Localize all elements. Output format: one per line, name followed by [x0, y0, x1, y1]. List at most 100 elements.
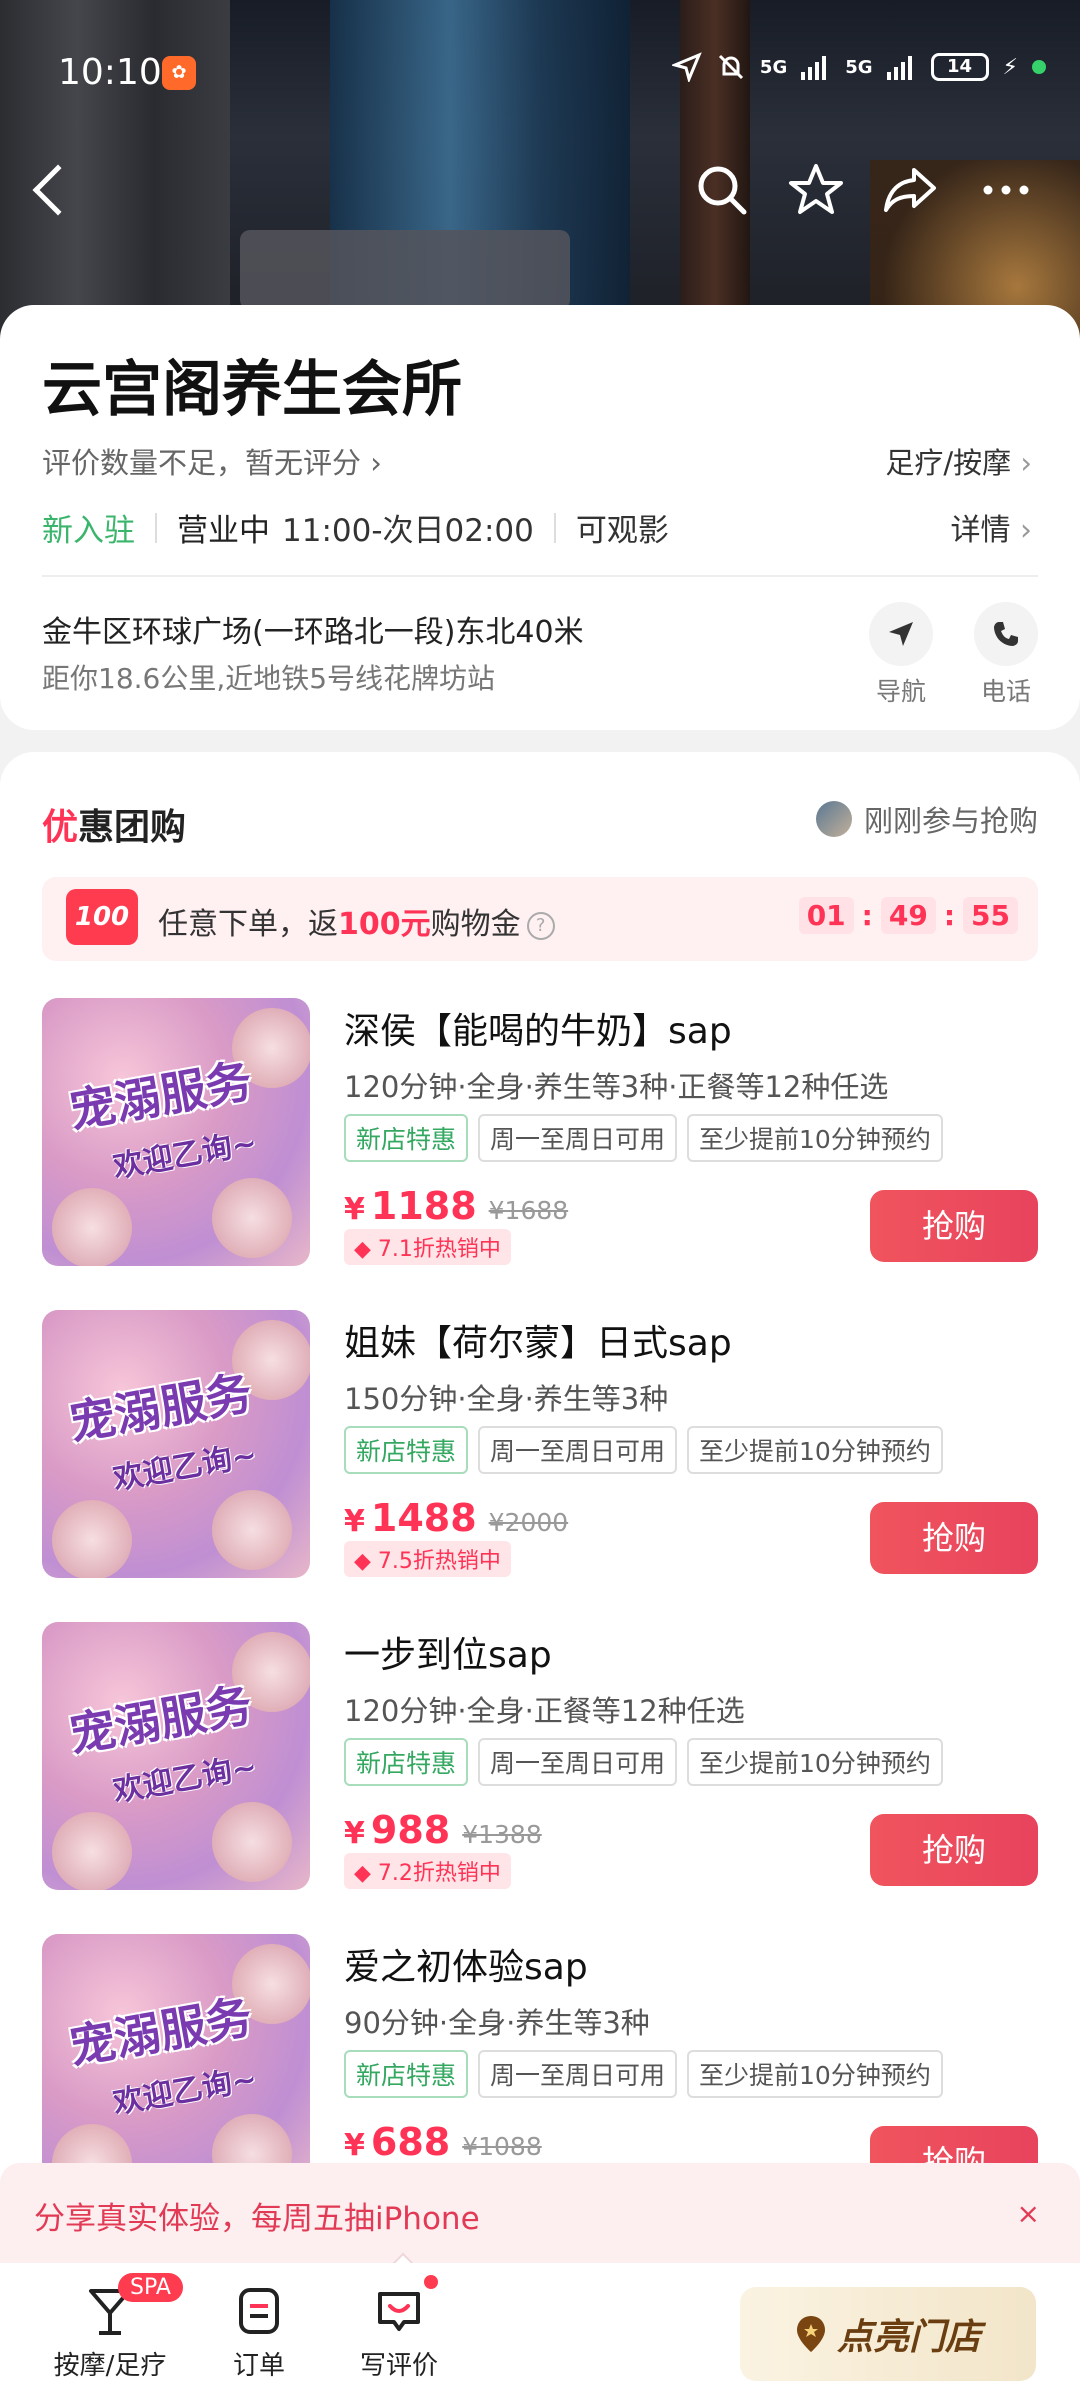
tab-review[interactable]: 写评价	[352, 2281, 446, 2382]
deal-tag: 新店特惠	[344, 1426, 469, 1474]
joined-text: 刚刚参与抢购	[863, 804, 1038, 838]
divider	[155, 512, 157, 543]
deal-item[interactable]: 宠溺服务 欢迎乙询~ 姐妹【荷尔蒙】日式sap 150分钟·全身·养生等3种 新…	[42, 1310, 1038, 1580]
deal-tags: 新店特惠 周一至周日可用 至少提前10分钟预约	[344, 1738, 943, 1786]
deals-title-rest: 惠团购	[78, 807, 187, 848]
open-status: 营业中	[177, 513, 270, 549]
countdown-timer: 01:49:55	[798, 897, 1018, 934]
signal-5g-a: 5G	[759, 56, 788, 78]
star-icon[interactable]	[786, 160, 846, 220]
notice-text: 分享真实体验，每周五抽iPhone	[34, 2201, 480, 2237]
hero-image: 10:10 ✿ 5G 5G 14 ⚡	[0, 0, 1080, 340]
timer-seconds: 55	[963, 897, 1018, 934]
deals-card: 优惠团购 刚刚参与抢购 100 任意下单，返100元购物金? 01:49:55 …	[0, 752, 1080, 2403]
tag-icon: ◆	[354, 1861, 371, 1886]
deal-tag: 新店特惠	[344, 1738, 469, 1786]
promo-text-after: 购物金	[430, 907, 521, 942]
distance: 距你18.6公里,近地铁5号线花牌坊站	[42, 662, 496, 695]
currency: ¥	[344, 1192, 365, 1227]
deal-name: 深侯【能喝的牛奶】sap	[344, 1011, 732, 1052]
help-icon[interactable]: ?	[526, 911, 555, 940]
deal-name: 一步到位sap	[344, 1635, 552, 1676]
deal-item[interactable]: 宠溺服务 欢迎乙询~ 一步到位sap 120分钟·全身·正餐等12种任选 新店特…	[42, 1622, 1038, 1892]
deal-desc: 150分钟·全身·养生等3种	[344, 1382, 669, 1416]
deal-thumbnail: 宠溺服务 欢迎乙询~	[42, 998, 310, 1266]
shop-name: 云宫阁养生会所	[42, 355, 462, 425]
coupon-badge: 100	[66, 889, 138, 945]
currency: ¥	[344, 1816, 365, 1851]
app-notification-icon: ✿	[162, 56, 196, 90]
chevron-right-icon: ›	[370, 446, 382, 480]
privacy-dot	[1032, 60, 1046, 74]
deal-tag: 周一至周日可用	[478, 1738, 678, 1786]
light-up-store-label: 点亮门店	[836, 2317, 981, 2358]
deal-tag: 周一至周日可用	[478, 1114, 678, 1162]
location-icon	[671, 52, 702, 82]
deal-tag: 至少提前10分钟预约	[687, 2050, 943, 2098]
battery-icon: 14	[930, 53, 989, 81]
light-up-store-button[interactable]: 点亮门店	[740, 2287, 1036, 2381]
location-pin-icon	[796, 2316, 825, 2352]
deal-tag: 新店特惠	[344, 1114, 469, 1162]
more-icon[interactable]	[976, 160, 1036, 220]
promo-banner[interactable]: 100 任意下单，返100元购物金? 01:49:55	[42, 877, 1038, 961]
hero-sofa	[240, 230, 570, 310]
price-now: 1488	[370, 1496, 477, 1540]
deals-title-first: 优	[42, 807, 79, 848]
signal-bars-icon	[886, 56, 912, 80]
deal-thumbnail: 宠溺服务 欢迎乙询~	[42, 1622, 310, 1890]
deal-tags: 新店特惠 周一至周日可用 至少提前10分钟预约	[344, 2050, 943, 2098]
address[interactable]: 金牛区环球广场(一环路北一段)东北40米	[42, 607, 584, 651]
deal-price: ¥988 ¥1388	[344, 1808, 542, 1852]
deal-thumbnail: 宠溺服务 欢迎乙询~	[42, 1310, 310, 1578]
deal-tag: 至少提前10分钟预约	[687, 1738, 943, 1786]
tag-icon: ◆	[354, 1549, 371, 1574]
discount-text: 7.2折热销中	[377, 1861, 501, 1886]
share-icon[interactable]	[880, 160, 940, 220]
phone-icon	[974, 602, 1038, 666]
spa-badge: SPA	[118, 2273, 183, 2302]
business-hours: 11:00-次日02:00	[282, 513, 534, 549]
discount-text: 7.1折热销中	[377, 1237, 501, 1262]
chevron-right-icon: ›	[1020, 513, 1032, 548]
feature-label: 可观影	[575, 513, 669, 549]
price-old: ¥2000	[488, 1508, 569, 1537]
status-bar: 10:10 ✿ 5G 5G 14 ⚡	[0, 40, 1080, 100]
deal-name: 姐妹【荷尔蒙】日式sap	[344, 1323, 732, 1364]
signal-bars-icon	[801, 56, 827, 80]
search-icon[interactable]	[692, 160, 752, 220]
price-old: ¥1088	[462, 2132, 542, 2161]
navigate-button[interactable]: 导航	[856, 602, 946, 708]
order-icon	[222, 2281, 296, 2341]
avatar	[815, 801, 852, 837]
price-old: ¥1388	[462, 1820, 542, 1849]
divider	[553, 512, 556, 543]
buy-button[interactable]: 抢购	[870, 1502, 1038, 1574]
deal-desc: 120分钟·全身·养生等3种·正餐等12种任选	[344, 1070, 889, 1104]
close-icon[interactable]: ×	[1017, 2197, 1040, 2230]
phone-button[interactable]: 电话	[961, 602, 1051, 708]
chevron-right-icon: ›	[1020, 446, 1032, 480]
price-now: 1188	[370, 1184, 477, 1228]
timer-hours: 01	[798, 897, 854, 934]
discount-badge: ◆ 7.2折热销中	[344, 1853, 511, 1889]
promo-text-before: 任意下单，返	[158, 907, 338, 942]
discount-badge: ◆ 7.5折热销中	[344, 1541, 511, 1577]
share-notice-banner[interactable]: 分享真实体验，每周五抽iPhone ×	[0, 2163, 1080, 2263]
detail-link[interactable]: 详情 ›	[950, 505, 1032, 549]
section-divider	[42, 575, 1038, 577]
rating-link[interactable]: 评价数量不足，暂无评分 ›	[42, 440, 382, 482]
buy-button[interactable]: 抢购	[870, 1190, 1038, 1262]
deal-price: ¥1188 ¥1688	[344, 1184, 568, 1228]
back-icon[interactable]	[32, 164, 84, 216]
deal-name: 爱之初体验sap	[344, 1947, 588, 1988]
buy-button[interactable]: 抢购	[870, 1814, 1038, 1886]
price-now: 688	[370, 2120, 451, 2164]
signal-5g-b: 5G	[845, 56, 873, 78]
tab-orders-label: 订单	[232, 2351, 285, 2381]
deal-item[interactable]: 宠溺服务 欢迎乙询~ 深侯【能喝的牛奶】sap 120分钟·全身·养生等3种·正…	[42, 998, 1038, 1268]
category-link[interactable]: 足疗/按摩 ›	[885, 440, 1032, 482]
tab-orders[interactable]: 订单	[222, 2281, 296, 2382]
deal-tag: 新店特惠	[344, 2050, 469, 2098]
deal-tag: 至少提前10分钟预约	[687, 1426, 943, 1474]
